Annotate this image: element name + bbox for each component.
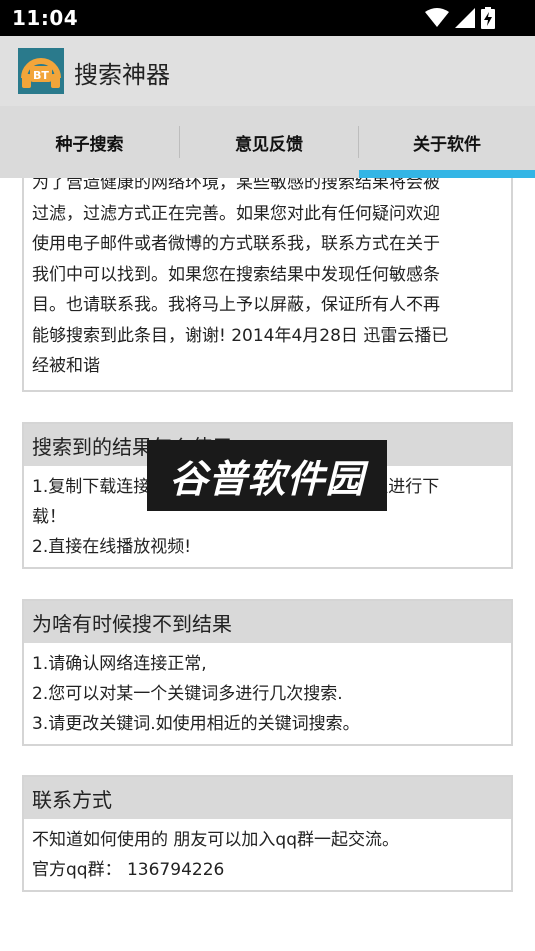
about-line: 为了营造健康的网络环境，某些敏感的搜索结果将会被 [32, 178, 440, 193]
watermark-logo: 谷普软件园 [147, 440, 387, 511]
no-results-card: 为啥有时候搜不到结果 1.请确认网络连接正常, 2.您可以对某一个关键词多进行几… [22, 599, 513, 746]
app-logo-text: BT [33, 69, 49, 82]
no-results-card-body: 1.请确认网络连接正常, 2.您可以对某一个关键词多进行几次搜索. 3.请更改关… [24, 643, 511, 747]
about-card: 为了营造健康的网络环境，某些敏感的搜索结果将会被 过滤，过滤方式正在完善。如果您… [22, 178, 513, 392]
about-line: 我们中可以找到。如果您在搜索结果中发现任何敏感条 [32, 264, 440, 285]
tab-about[interactable]: 关于软件 [359, 106, 535, 178]
tab-torrent-search[interactable]: 种子搜索 [0, 106, 179, 178]
no-results-card-title: 为啥有时候搜不到结果 [24, 601, 511, 643]
contact-card-body: 不知道如何使用的 朋友可以加入qq群一起交流。 官方qq群： 136794226 [24, 819, 511, 893]
no-results-line: 3.请更改关键词.如使用相近的关键词搜索。 [32, 714, 360, 734]
signal-icon [455, 8, 475, 28]
app-logo-icon: BT [18, 48, 64, 94]
content-scroll-area[interactable]: 为了营造健康的网络环境，某些敏感的搜索结果将会被 过滤，过滤方式正在完善。如果您… [0, 178, 535, 951]
tab-selected-indicator [359, 170, 535, 178]
watermark-text: 谷普软件园 [169, 457, 365, 501]
contact-line: 不知道如何使用的 朋友可以加入qq群一起交流。 [32, 830, 399, 850]
app-title: 搜索神器 [74, 61, 170, 89]
tab-bar: 种子搜索 意见反馈 关于软件 [0, 106, 535, 178]
about-line: 经被和谐 [32, 356, 100, 376]
tab-label: 种子搜索 [55, 134, 124, 155]
about-line: 目。也请联系我。我将马上予以屏蔽，保证所有人不再 [32, 295, 440, 315]
no-results-line: 1.请确认网络连接正常, [32, 654, 207, 674]
contact-card: 联系方式 不知道如何使用的 朋友可以加入qq群一起交流。 官方qq群： 1367… [22, 775, 513, 892]
app-bar: BT 搜索神器 [0, 36, 535, 106]
wifi-icon [425, 8, 449, 27]
status-time: 11:04 [12, 6, 79, 30]
about-line: 能够搜索到此条目，谢谢! 2014年4月28日 迅雷云播已 [32, 325, 449, 346]
status-icons [425, 7, 495, 29]
usage-line: 2.直接在线播放视频! [32, 537, 192, 557]
battery-icon [481, 7, 495, 29]
contact-card-title: 联系方式 [24, 777, 511, 819]
status-bar: 11:04 [0, 0, 535, 36]
about-card-body: 为了营造健康的网络环境，某些敏感的搜索结果将会被 过滤，过滤方式正在完善。如果您… [24, 178, 511, 390]
tab-feedback[interactable]: 意见反馈 [180, 106, 358, 178]
tab-label: 意见反馈 [235, 134, 303, 155]
about-line: 过滤，过滤方式正在完善。如果您对此有任何疑问欢迎 [32, 203, 440, 224]
tab-label: 关于软件 [413, 134, 481, 155]
no-results-line: 2.您可以对某一个关键词多进行几次搜索. [32, 684, 343, 704]
about-line: 使用电子邮件或者微博的方式联系我，联系方式在关于 [32, 234, 440, 254]
contact-qq-group: 官方qq群： 136794226 [32, 860, 225, 880]
